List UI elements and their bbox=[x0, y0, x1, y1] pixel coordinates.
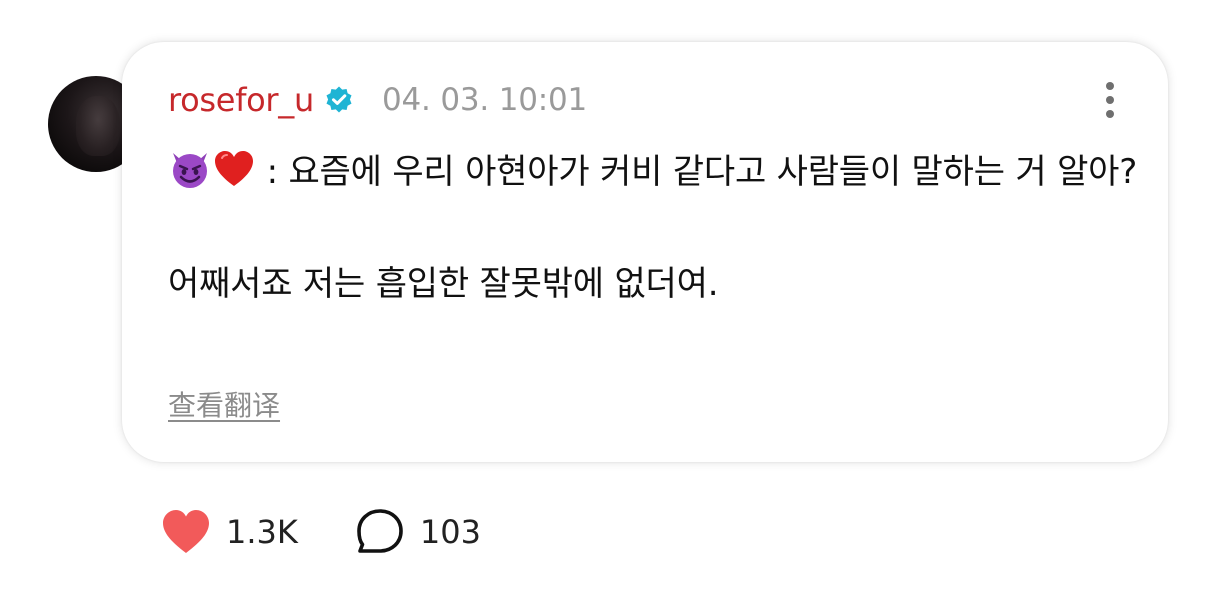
username[interactable]: rosefor_u bbox=[168, 81, 314, 119]
comment-count: 103 bbox=[419, 513, 481, 551]
post-body: : 요즘에 우리 아현아가 커비 같다고 사람들이 말하는 거 알아? 어째서죠… bbox=[168, 144, 1148, 312]
avatar-image-detail bbox=[76, 96, 120, 156]
post-actions: 1.3K 103 bbox=[160, 502, 481, 562]
post-timestamp: 04. 03. 10:01 bbox=[381, 82, 588, 118]
post-line-1-text: : 요즘에 우리 아현아가 커비 같다고 사람들이 말하는 거 알아? bbox=[256, 152, 1138, 192]
red-heart-emoji-icon bbox=[212, 147, 256, 191]
heart-icon[interactable] bbox=[160, 506, 212, 558]
like-button[interactable]: 1.3K bbox=[160, 506, 298, 558]
comment-button[interactable]: 103 bbox=[354, 506, 481, 558]
post-header: rosefor_u 04. 03. 10:01 bbox=[168, 78, 587, 122]
translate-link[interactable]: 查看翻译 bbox=[168, 384, 280, 424]
post-paragraph-2: 어째서죠 저는 흡입한 잘못밖에 없더여. bbox=[168, 264, 719, 304]
like-count: 1.3K bbox=[226, 513, 298, 551]
comment-bubble-icon[interactable] bbox=[354, 506, 406, 558]
post-paragraph-1: : 요즘에 우리 아현아가 커비 같다고 사람들이 말하는 거 알아? bbox=[168, 144, 1148, 200]
smiling-imp-emoji-icon bbox=[168, 147, 212, 191]
post-card: rosefor_u 04. 03. 10:01: 요즘에 우리 아현아가 커비… bbox=[122, 42, 1168, 462]
verified-badge-icon bbox=[324, 85, 354, 115]
more-vertical-icon[interactable] bbox=[1100, 82, 1120, 122]
